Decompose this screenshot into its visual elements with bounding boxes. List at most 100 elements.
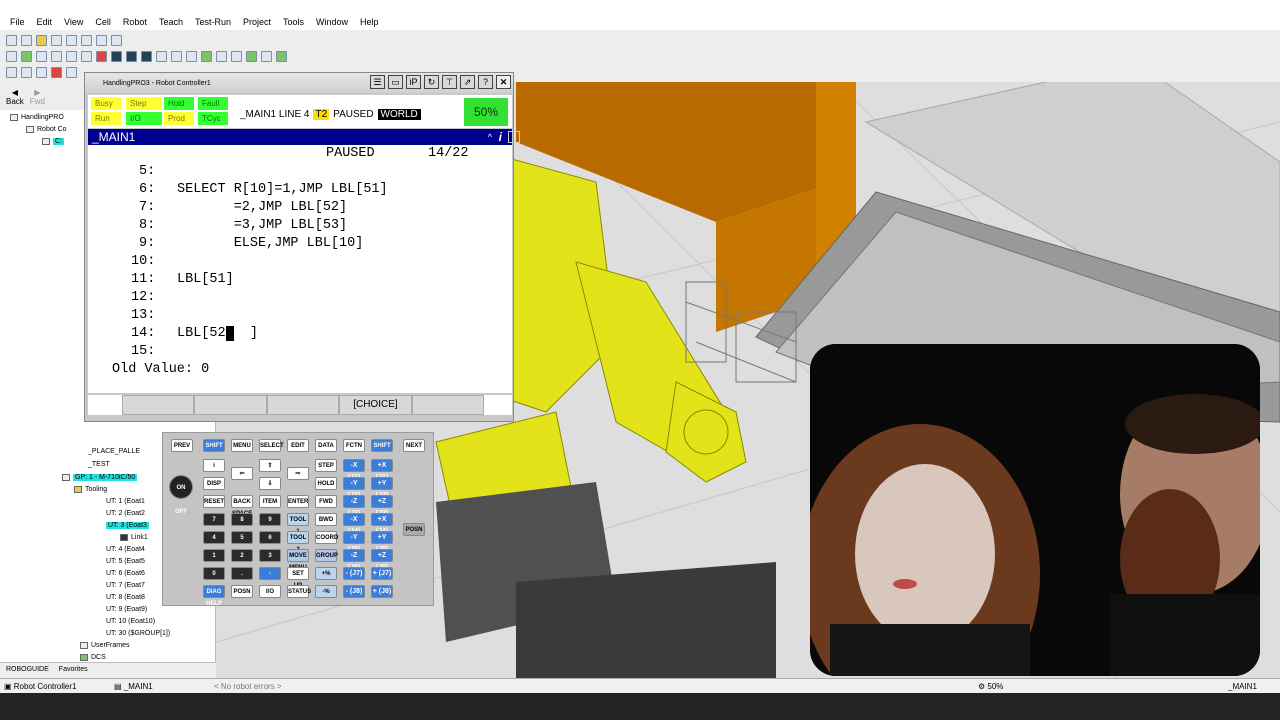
shift-key-right[interactable]: SHIFT [371,439,393,452]
io-icon[interactable] [201,50,212,62]
jog-plus-j3-key[interactable]: +Z (J3) [371,495,393,517]
tree-item[interactable]: UT: 30 ($GROUP[1]) [106,630,170,637]
check-icon[interactable] [276,50,287,62]
tree-item[interactable]: C: [42,138,64,145]
jog-plus-j4-key[interactable]: +X (J4) [371,513,393,535]
arrow-down-key[interactable]: ⇩ [259,477,281,490]
io-key[interactable]: I/O [259,585,281,598]
jog-minus-j8-key[interactable]: - (J8) [343,585,365,598]
f3-key[interactable] [266,395,340,415]
tab-favorites[interactable]: Favorites [59,666,88,675]
tree-item[interactable]: Robot Co [26,126,67,133]
menu-project[interactable]: Project [237,17,277,27]
jog-minus-j7-key[interactable]: - (J7) [343,567,365,580]
move-icon[interactable] [36,50,47,62]
person-icon[interactable] [246,50,257,62]
minus-key[interactable]: - [259,567,281,580]
undo-icon[interactable] [66,34,77,46]
line-text[interactable]: =2,JMP LBL[52] [177,200,347,215]
play-icon[interactable] [111,50,122,62]
shift-key-left[interactable]: SHIFT [203,439,225,452]
help-icon[interactable] [111,34,122,46]
hold-key[interactable]: HOLD [315,477,337,490]
external-icon[interactable]: ⇗ [460,75,475,89]
tree-item[interactable]: UT: 9 (Eoat9) [106,606,147,613]
menu-robot[interactable]: Robot [117,17,153,27]
reset-key[interactable]: RESET [203,495,225,508]
status-key[interactable]: STATUS [287,585,311,598]
tree-item[interactable]: UT: 8 (Eoat8 [106,594,145,601]
jog-plus-j1-key[interactable]: +X (J1) [371,459,393,481]
fit-icon[interactable] [36,66,47,78]
jog-plus-j6-key[interactable]: +Z (J6) [371,549,393,571]
zoom-window-icon[interactable] [21,66,32,78]
digit-0-key[interactable]: 0 [203,567,225,580]
group-key[interactable]: GROUP [315,549,338,562]
item-key[interactable]: ITEM [259,495,281,508]
select-key[interactable]: SELECT [259,439,284,452]
chain-icon[interactable] [216,50,227,62]
prev-key[interactable]: PREV [171,439,193,452]
jog-plus-j5-key[interactable]: +Y (J5) [371,531,393,553]
grid-icon[interactable] [6,34,17,46]
abort-icon[interactable] [171,50,182,62]
line-text[interactable]: =3,JMP LBL[53] [177,218,347,233]
step-key[interactable]: STEP [315,459,337,472]
redo-icon[interactable] [81,34,92,46]
program-editor[interactable]: PAUSED 14/22 5: 6: SELECT R[10]=1,JMP LB… [88,145,512,393]
jog-minus-j6-key[interactable]: -Z (J6) [343,549,365,571]
tree-item[interactable]: UT: 2 (Eoat2 [106,510,145,517]
speed-override[interactable]: 50% [464,98,508,126]
tp-title-bar[interactable]: HandlingPRO3 - Robot Controller1 ☰ ▭ iP … [85,73,513,93]
new-icon[interactable] [21,34,32,46]
onoff-icon[interactable] [261,50,272,62]
coord-key[interactable]: COORD [315,531,338,544]
dot-key[interactable]: . [231,567,253,580]
tree-item[interactable]: UT: 5 (Eoat5 [106,558,145,565]
f2-key[interactable] [194,395,267,415]
menu-edit[interactable]: Edit [31,17,59,27]
jog-plus-j8-key[interactable]: + (J8) [371,585,393,598]
tool2-key[interactable]: TOOL 2 [287,531,309,553]
stop-icon[interactable] [141,50,152,62]
open-icon[interactable] [36,34,47,46]
info-key[interactable]: i [203,459,225,472]
window-icon[interactable]: ▭ [388,75,403,89]
digit-8-key[interactable]: 8 [231,513,253,526]
move-menu-key[interactable]: MOVE MENU [287,549,309,571]
arrow-left-key[interactable]: ⇦ [231,467,253,480]
tree-item[interactable]: Link1 [120,534,148,541]
robot-icon[interactable] [66,50,77,62]
save-icon[interactable] [51,34,62,46]
tree-item[interactable]: UT: 10 (Eoat10) [106,618,155,625]
speed-down-key[interactable]: -% [315,585,337,598]
digit-2-key[interactable]: 2 [231,549,253,562]
tree-item[interactable]: _PLACE_PALLE [88,448,140,455]
bwd-key[interactable]: BWD [315,513,337,526]
fctn-key[interactable]: FCTN [343,439,365,452]
tree-item[interactable]: HandlingPRO [10,114,64,121]
line-text[interactable]: LBL[51] [177,272,234,287]
menu-icon[interactable]: ☰ [370,75,385,89]
menu-help[interactable]: Help [354,17,385,27]
fwd-key[interactable]: FWD [315,495,337,508]
tree-item[interactable]: _TEST [88,461,110,468]
jog-plus-j2-key[interactable]: +Y (J2) [371,477,393,499]
enter-key[interactable]: ENTER [287,495,309,508]
tree-item[interactable]: Tooling [74,486,107,493]
menu-test-run[interactable]: Test-Run [189,17,237,27]
digit-1-key[interactable]: 1 [203,549,225,562]
info-icon[interactable]: i [499,129,502,145]
target-icon[interactable] [81,50,92,62]
jog-minus-j4-key[interactable]: -X (J4) [343,513,365,535]
setup-key[interactable]: SET UP [287,567,309,589]
jog-minus-j3-key[interactable]: -Z (J3) [343,495,365,517]
help-icon[interactable]: ? [478,75,493,89]
menu-key[interactable]: MENU [231,439,253,452]
tree-item[interactable]: UT: 4 (Eoat4 [106,546,145,553]
tree-item[interactable]: UT: 3 (Eoat3 [106,522,149,529]
menu-file[interactable]: File [4,17,31,27]
pause-icon[interactable] [126,50,137,62]
speed-up-key[interactable]: +% [315,567,337,580]
tool1-key[interactable]: TOOL 1 [287,513,309,535]
